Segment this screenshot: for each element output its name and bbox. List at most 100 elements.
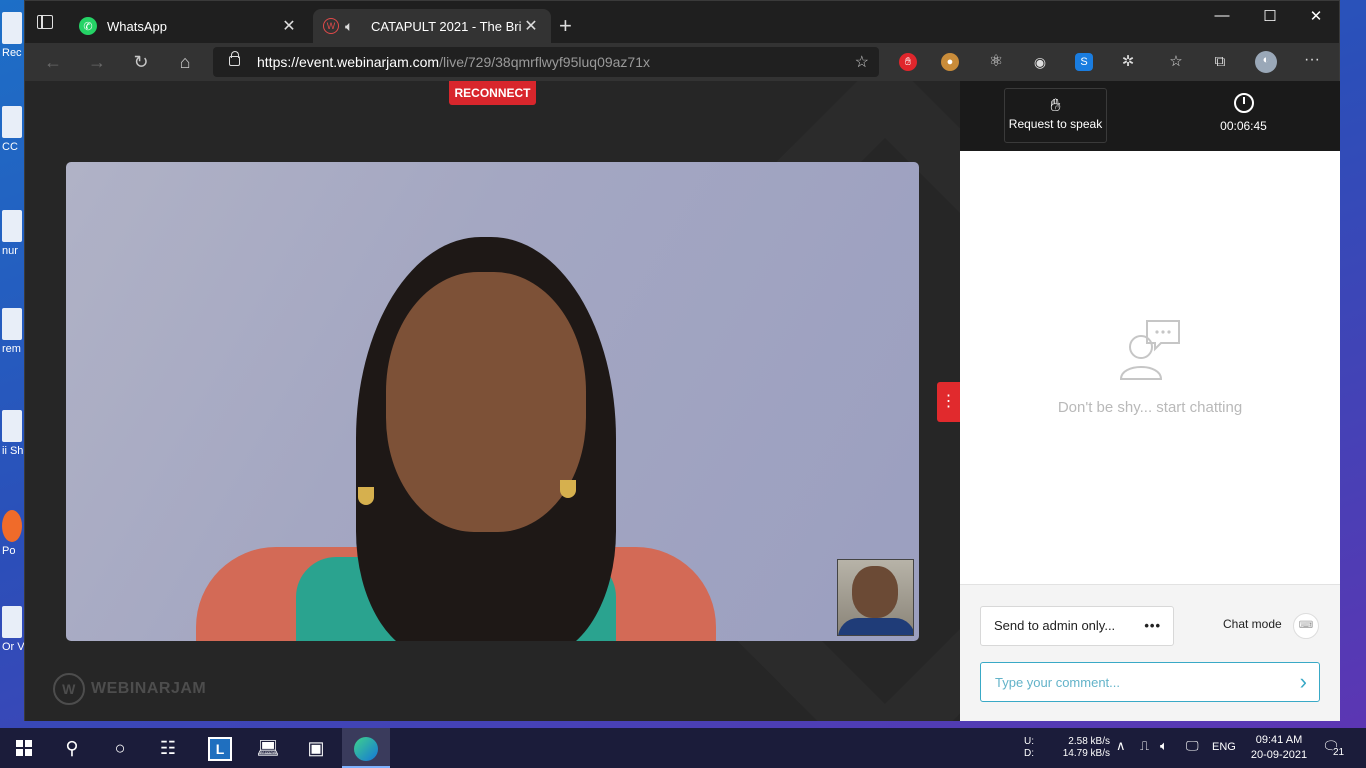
url-host: https://event.webinarjam.com (257, 54, 440, 70)
net-speed-labels: U: D: (1024, 736, 1034, 760)
windows-logo-icon (16, 740, 32, 756)
file-icon (2, 106, 22, 138)
chat-empty-icon (1119, 320, 1180, 380)
upload-label: U: (1024, 736, 1034, 747)
desktop-icon[interactable]: nur (2, 210, 24, 257)
self-view-video[interactable] (837, 559, 914, 636)
app-l-icon[interactable]: L (196, 728, 244, 768)
back-icon[interactable]: ← (41, 51, 65, 73)
upload-speed: 2.58 kB/s (1068, 736, 1110, 747)
close-window-icon[interactable]: ✕ (1293, 7, 1339, 29)
comment-box: › (980, 662, 1320, 702)
empty-chat-message: Don't be shy... start chatting (1057, 399, 1243, 416)
extension-adblock-icon[interactable]: ✋︎ (899, 53, 917, 71)
clock-time: 09:41 AM (1255, 734, 1303, 746)
chat-compose-area: Send to admin only... ••• Chat mode ⌨ › (960, 584, 1340, 721)
desktop-icon[interactable]: Rec (2, 12, 24, 59)
tab-catapult[interactable]: W 🔈︎ CATAPULT 2021 - The Bridge ✕ (313, 9, 551, 43)
download-speed: 14.79 kB/s (1062, 748, 1110, 759)
speaker-icon[interactable]: 🔈︎ (345, 18, 363, 35)
more-menu-icon[interactable]: ··· (1303, 52, 1321, 71)
home-icon[interactable]: ⌂ (173, 51, 197, 73)
notification-count: 21 (1332, 747, 1346, 758)
chevron-up-icon[interactable]: ∧ (1116, 738, 1126, 754)
cortana-icon[interactable]: ○ (96, 728, 144, 768)
clock-date: 20-09-2021 (1250, 749, 1308, 761)
clock-icon (1233, 93, 1254, 113)
tab-actions-icon[interactable] (37, 15, 53, 29)
refresh-icon[interactable]: ↻ (129, 51, 153, 73)
terminal-icon[interactable]: ▣ (292, 728, 340, 768)
laptop-icon[interactable]: 💻︎ (244, 728, 292, 768)
chat-mode-keyboard-icon[interactable]: ⌨ (1293, 613, 1319, 639)
net-speed-values: 2.58 kB/s 14.79 kB/s (1058, 736, 1110, 760)
close-tab-icon[interactable]: ✕ (521, 16, 541, 36)
edge-browser-icon[interactable] (342, 728, 390, 768)
url-text[interactable]: https://event.webinarjam.com/live/729/38… (257, 54, 650, 70)
sidebar-toggle-button[interactable]: ⋮ (937, 382, 960, 422)
desktop-icon[interactable]: Or Vir (2, 606, 24, 653)
desktop-icon[interactable]: CC (2, 106, 24, 153)
comment-input[interactable] (982, 664, 1282, 700)
extensions-icon[interactable]: ✲ (1119, 53, 1137, 71)
whatsapp-icon: ✆ (79, 17, 97, 35)
extension-cookie-icon[interactable]: ● (941, 53, 959, 71)
collections-icon[interactable]: ⧉ (1211, 53, 1229, 71)
send-to-select[interactable]: Send to admin only... ••• (980, 606, 1174, 646)
profile-avatar-icon[interactable]: ◐ (1255, 51, 1277, 73)
desktop-icon[interactable]: Po (2, 510, 24, 557)
presenter-face (386, 272, 586, 532)
address-bar[interactable]: https://event.webinarjam.com/live/729/38… (213, 47, 879, 77)
minimize-icon[interactable]: — (1199, 7, 1245, 29)
shortcut-icon (2, 410, 22, 442)
close-tab-icon[interactable]: ✕ (279, 16, 299, 36)
send-arrow-icon[interactable]: › (1300, 670, 1307, 694)
extension-atom-icon[interactable]: ⚛ (987, 53, 1005, 71)
browser-toolbar: ← → ↻ ⌂ https://event.webinarjam.com/liv… (25, 43, 1339, 81)
raise-hand-icon: ✋︎ (1050, 95, 1061, 115)
extension-s-icon[interactable]: S (1075, 53, 1093, 71)
desktop-icon-label: rem (2, 343, 21, 355)
forward-icon[interactable]: → (85, 51, 109, 73)
chat-sidebar: ✋︎ Request to speak 00:06:45 Don't be sh… (960, 81, 1340, 721)
desktop-icon[interactable]: rem (2, 308, 24, 355)
notifications-button[interactable]: 🗨︎ 21 (1322, 738, 1346, 758)
desktop-icon-label: Po (2, 545, 16, 557)
reconnect-button[interactable]: RECONNECT (449, 81, 536, 105)
elapsed-timer: 00:06:45 (1206, 93, 1281, 133)
request-to-speak-button[interactable]: ✋︎ Request to speak (1004, 88, 1107, 143)
self-view-face (852, 566, 898, 618)
chat-mode-label: Chat mode (1223, 617, 1282, 631)
search-icon[interactable]: ⚲ (48, 728, 96, 768)
maximize-icon[interactable]: ☐ (1247, 7, 1293, 29)
download-label: D: (1024, 748, 1034, 759)
add-favorite-icon[interactable]: ☆ (855, 52, 869, 72)
url-path: /live/729/38qmrflwyf95luq09az71x (439, 54, 650, 70)
language-indicator[interactable]: ENG (1212, 741, 1236, 753)
earring-left (358, 487, 374, 505)
tab-whatsapp[interactable]: ✆ WhatsApp ✕ (69, 9, 309, 43)
more-options-icon: ••• (1144, 618, 1161, 633)
task-view-icon[interactable]: ☷ (144, 728, 192, 768)
extension-github-icon[interactable]: ◉ (1031, 53, 1049, 71)
webinarjam-logo-icon: W (53, 673, 85, 705)
webinar-page: RECONNECT ⋮ W WEBINARJAM ✋︎ Request to s… (25, 81, 1340, 721)
favorites-icon[interactable]: ☆ (1167, 53, 1185, 71)
desktop-icon[interactable]: ii Sh (2, 410, 24, 457)
browser-titlebar: ✆ WhatsApp ✕ W 🔈︎ CATAPULT 2021 - The Br… (25, 1, 1339, 43)
shortcut-icon (2, 510, 22, 542)
presenter-video (66, 162, 919, 641)
start-button[interactable] (0, 728, 48, 768)
system-clock[interactable]: 09:41 AM 20-09-2021 (1248, 733, 1310, 763)
desktop-icon-label: nur (2, 245, 18, 257)
desktop-icon-label: ii Sh (2, 445, 24, 457)
lock-icon[interactable] (229, 51, 240, 66)
tab-title: WhatsApp (107, 18, 167, 34)
earring-right (560, 480, 576, 498)
usb-icon[interactable]: ⎍ (1140, 738, 1149, 754)
new-tab-icon[interactable]: + (559, 15, 572, 37)
volume-icon[interactable]: 🔈︎ (1160, 738, 1168, 754)
tab-title: CATAPULT 2021 - The Bridge (371, 18, 521, 34)
network-icon[interactable]: 🖵︎ (1186, 738, 1199, 754)
timer-value: 00:06:45 (1220, 119, 1267, 133)
